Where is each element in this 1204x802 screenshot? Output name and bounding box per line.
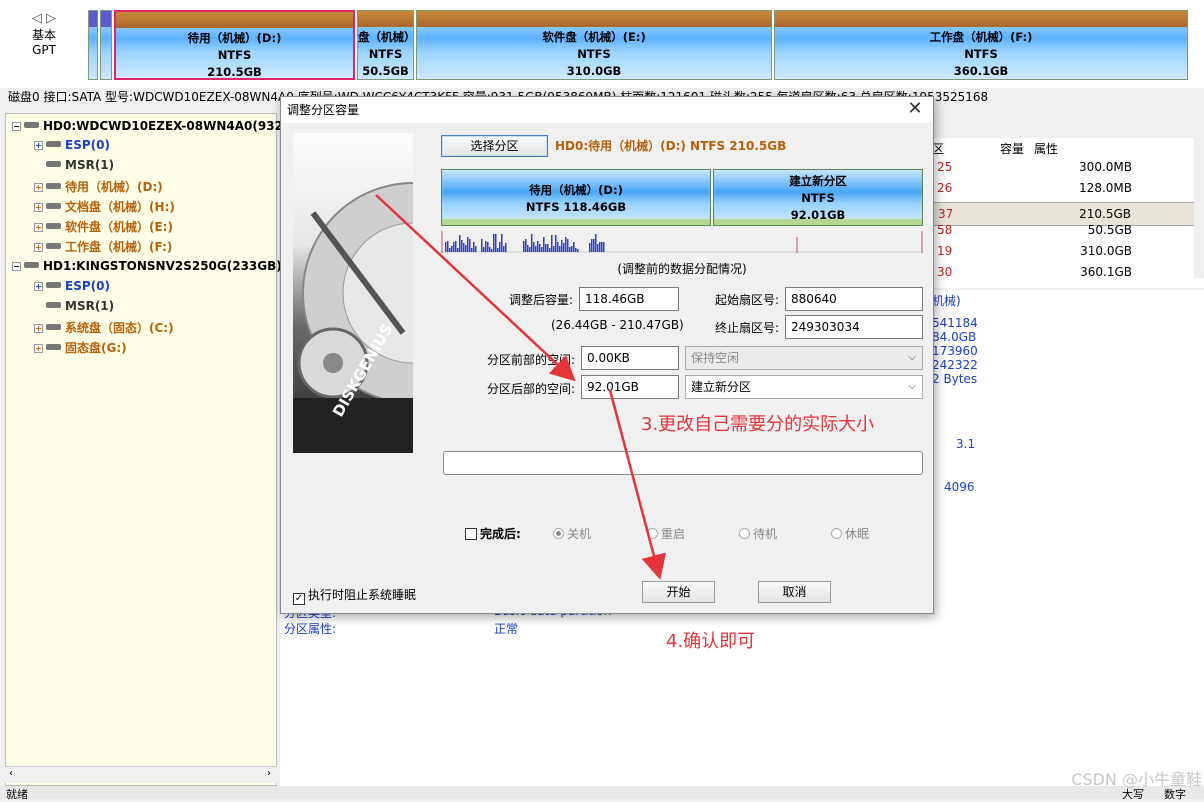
annotation-step3: 3.更改自己需要分的实际大小 bbox=[641, 414, 875, 435]
annotation-arrow-step3 bbox=[375, 194, 576, 382]
annotation-arrows bbox=[375, 194, 666, 580]
watermark: CSDN @小牛童鞋 bbox=[1071, 770, 1202, 789]
annotation-step4: 4.确认即可 bbox=[666, 631, 756, 652]
